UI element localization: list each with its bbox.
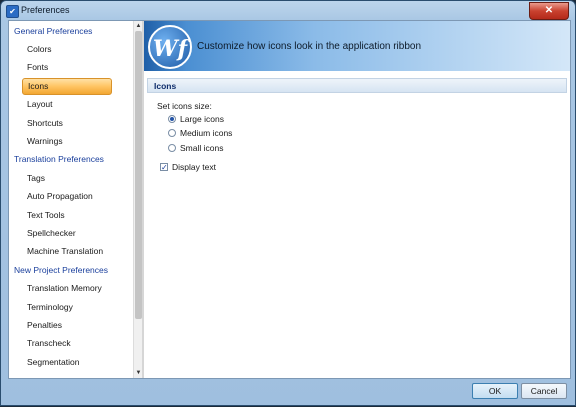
icon-size-label: Set icons size: (157, 101, 212, 111)
radio-button-icon[interactable] (168, 129, 176, 137)
nav-auto-propagation[interactable]: Auto Propagation (27, 188, 93, 205)
nav-new-project-preferences[interactable]: New Project Preferences (14, 262, 108, 279)
close-button[interactable]: ✕ (529, 2, 569, 20)
section-header: Icons (147, 78, 567, 93)
nav-translation-preferences[interactable]: Translation Preferences (14, 151, 104, 168)
app-logo: Wf (148, 25, 192, 69)
nav-shortcuts[interactable]: Shortcuts (27, 115, 63, 132)
radio-small-icons-label: Small icons (180, 143, 224, 153)
section-title: Icons (154, 81, 177, 91)
nav-general-preferences[interactable]: General Preferences (14, 23, 92, 40)
nav-warnings[interactable]: Warnings (27, 133, 63, 150)
nav-layout[interactable]: Layout (27, 96, 53, 113)
display-text-label: Display text (172, 162, 216, 172)
nav-penalties[interactable]: Penalties (27, 317, 62, 334)
app-icon: ✔ (6, 5, 19, 18)
settings-panel: Wf Customize how icons look in the appli… (144, 21, 570, 378)
dialog-footer: OK Cancel (1, 377, 576, 407)
nav-tags[interactable]: Tags (27, 170, 45, 187)
header-banner: Wf Customize how icons look in the appli… (144, 21, 570, 71)
nav-colors[interactable]: Colors (27, 41, 52, 58)
nav-segmentation[interactable]: Segmentation (27, 354, 79, 371)
cancel-button[interactable]: Cancel (521, 383, 567, 399)
checkmark-icon[interactable]: ✓ (160, 163, 168, 172)
nav-machine-translation[interactable]: Machine Translation (27, 243, 103, 260)
radio-large-icons-label: Large icons (180, 114, 224, 124)
nav-terminology[interactable]: Terminology (27, 299, 73, 316)
nav-text-tools[interactable]: Text Tools (27, 207, 65, 224)
ok-button[interactable]: OK (472, 383, 518, 399)
title-bar[interactable]: ✔ Preferences ✕ (1, 1, 575, 21)
nav-translation-memory[interactable]: Translation Memory (27, 280, 102, 297)
banner-description: Customize how icons look in the applicat… (197, 41, 422, 52)
scroll-thumb[interactable] (135, 31, 142, 319)
window-title: Preferences (21, 5, 70, 15)
preferences-nav: General Preferences Colors Fonts Icons L… (9, 21, 140, 378)
radio-button-icon[interactable] (168, 115, 176, 123)
nav-transcheck[interactable]: Transcheck (27, 335, 71, 352)
nav-icons[interactable]: Icons (22, 78, 112, 95)
nav-spellchecker[interactable]: Spellchecker (27, 225, 76, 242)
radio-medium-icons-label: Medium icons (180, 128, 233, 138)
dialog-body: General Preferences Colors Fonts Icons L… (8, 20, 571, 379)
radio-button-icon[interactable] (168, 144, 176, 152)
preferences-window: ✔ Preferences ✕ General Preferences Colo… (0, 0, 576, 406)
nav-fonts[interactable]: Fonts (27, 59, 48, 76)
